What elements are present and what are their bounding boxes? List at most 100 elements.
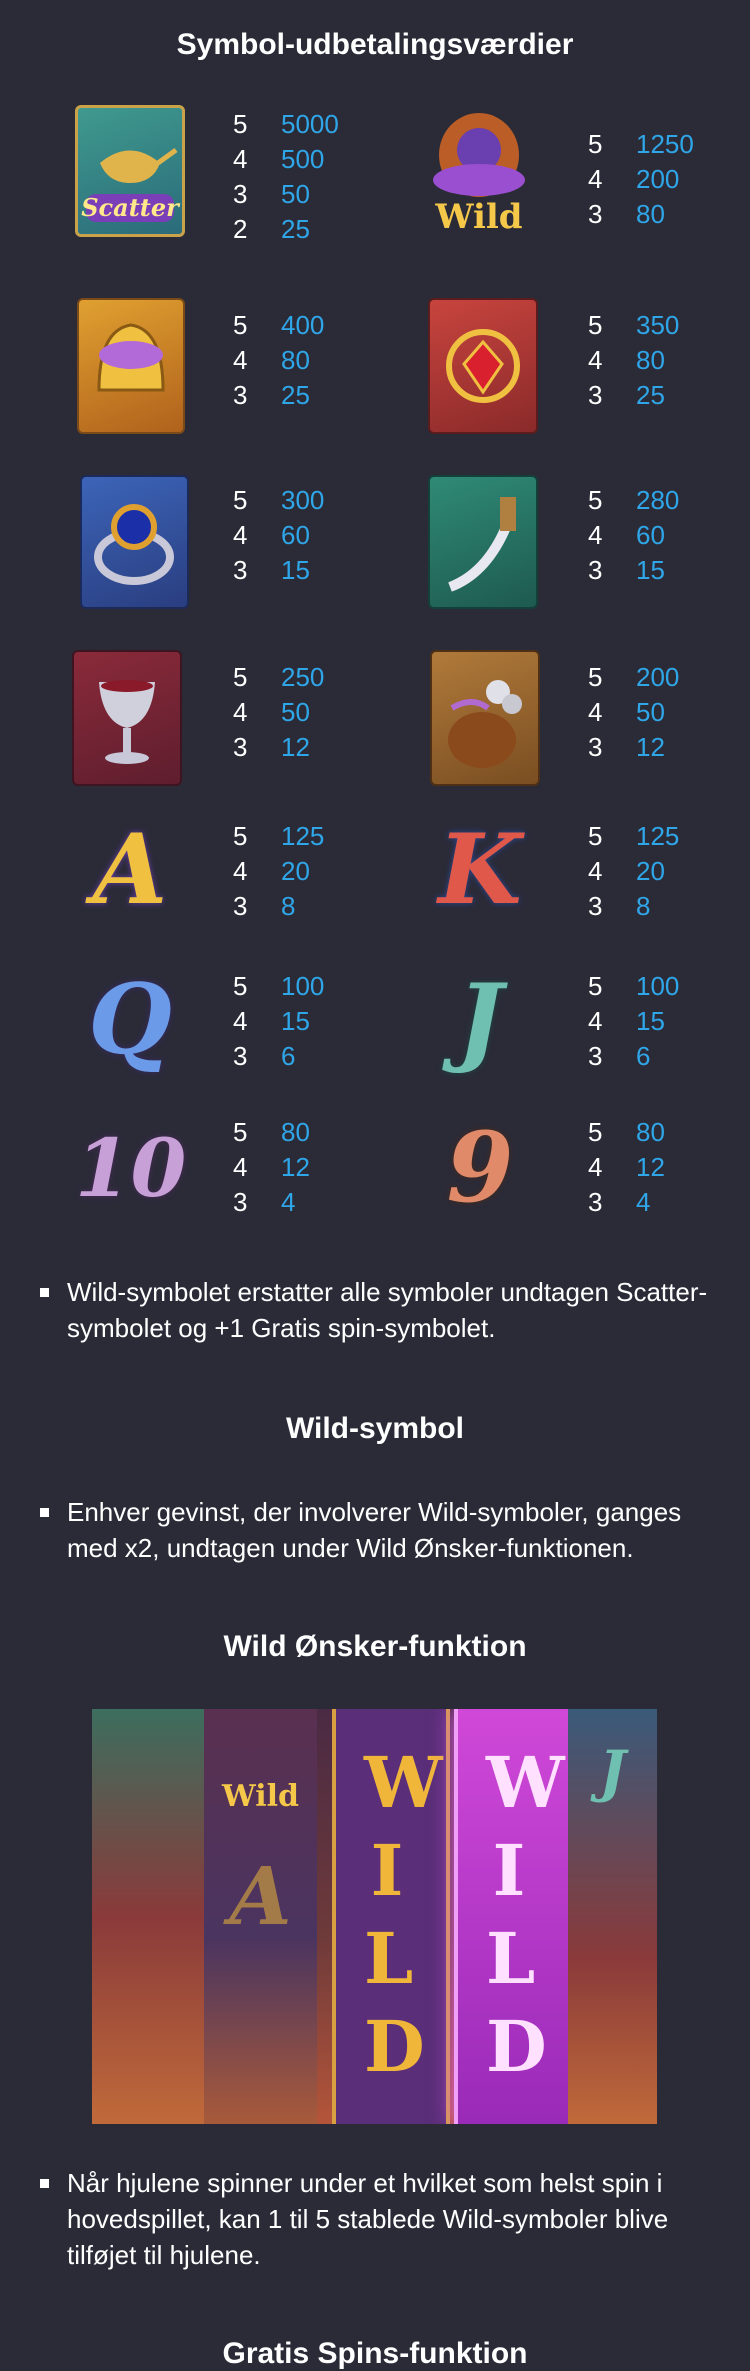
pay-value: 400 (281, 310, 325, 340)
pay-count: 5 (233, 971, 248, 1001)
pay-value: 8 (636, 891, 651, 921)
pay-line: 5 300 (233, 483, 324, 518)
pay-count: 5 (588, 129, 603, 159)
pay-line: 4 500 (233, 142, 339, 177)
symbol-row-ring: 5 300 4 60 3 15 (80, 475, 380, 615)
paytable-title: Symbol-udbetalingsværdier (176, 28, 574, 61)
pay-line: 2 25 (233, 212, 339, 247)
pay-value: 100 (636, 971, 680, 1001)
pay-count: 3 (588, 199, 603, 229)
pay-value: 4 (281, 1187, 296, 1217)
pay-value: 25 (281, 380, 310, 410)
reel-2: Wild A (204, 1709, 317, 2124)
goblet-icon (72, 650, 182, 786)
pay-value: 12 (281, 732, 310, 762)
symbol-row-amulet: 5 350 4 80 3 25 (428, 298, 728, 438)
pay-count: 3 (233, 1187, 248, 1217)
symbol-row-dagger: 5 280 4 60 3 15 (428, 475, 728, 615)
pay-value: 125 (281, 821, 325, 851)
pay-line: 5 100 (233, 969, 324, 1004)
pay-count: 3 (233, 732, 248, 762)
helmet-icon (77, 298, 185, 434)
symbol-row-9: 9 5 80 4 12 34 (425, 1113, 725, 1253)
ring-icon (80, 475, 189, 609)
pay-line: 5 400 (233, 308, 324, 343)
pay-value: 25 (636, 380, 665, 410)
pay-count: 5 (588, 485, 603, 515)
pay-count: 3 (588, 1187, 603, 1217)
wild-reel-gold: WILD (332, 1709, 450, 2124)
pay-value: 50 (281, 179, 310, 209)
pay-value: 100 (281, 971, 325, 1001)
pay-line: 4 15 (588, 1004, 679, 1039)
pay-value: 60 (281, 520, 310, 550)
pay-value: 12 (636, 732, 665, 762)
k-symbol-icon: K (438, 813, 522, 926)
ten-symbol-icon: 10 (75, 1121, 187, 1215)
pay-value: 12 (281, 1152, 310, 1182)
wild-wish-title: Wild Ønsker-funktion (223, 1630, 527, 1663)
wild-paytable: 5 1250 4 200 3 80 (588, 127, 694, 232)
pay-count: 4 (588, 1152, 603, 1182)
pay-value: 80 (281, 1117, 310, 1147)
pay-line: 4 60 (233, 518, 324, 553)
pay-line: 3 15 (588, 553, 679, 588)
reel-2-wild-badge: Wild (222, 1779, 299, 1814)
pay-line: 5 200 (588, 660, 679, 695)
pay-line: 3 12 (588, 730, 679, 765)
note-text: Når hjulene spinner under et hvilket som… (67, 2168, 669, 2270)
symbol-row-k: K 5 125 4 20 38 (425, 815, 725, 955)
pay-count: 3 (233, 380, 248, 410)
pay-count: 4 (233, 520, 248, 550)
pay-line: 5 100 (588, 969, 679, 1004)
pay-count: 5 (233, 310, 248, 340)
pay-line: 4 200 (588, 162, 694, 197)
pay-value: 20 (281, 856, 310, 886)
pay-value: 6 (636, 1041, 651, 1071)
scatter-label: Scatter (81, 193, 179, 222)
symbol-row-j: J 5 100 4 15 36 (425, 965, 725, 1105)
pay-count: 5 (588, 821, 603, 851)
pay-line: 3 50 (233, 177, 339, 212)
pay-count: 4 (233, 345, 248, 375)
pay-count: 5 (233, 662, 248, 692)
q-paytable: 5 100 4 15 36 (233, 969, 324, 1074)
reel-5-letter: J (599, 1739, 626, 1805)
pay-value: 300 (281, 485, 325, 515)
pay-line: 3 15 (233, 553, 324, 588)
pay-value: 15 (636, 1006, 665, 1036)
pay-line: 4 60 (588, 518, 679, 553)
pay-value: 280 (636, 485, 680, 515)
pay-line: 5 280 (588, 483, 679, 518)
pay-line: 5 125 (588, 819, 679, 854)
pay-count: 4 (233, 1152, 248, 1182)
pay-line: 5 125 (233, 819, 324, 854)
pay-value: 50 (636, 697, 665, 727)
bullet-dot (40, 2179, 49, 2188)
pay-line: 36 (233, 1039, 324, 1074)
pay-count: 5 (233, 109, 248, 139)
pay-line: 4 20 (233, 854, 324, 889)
pay-value: 200 (636, 164, 680, 194)
amulet-icon (428, 298, 538, 434)
scatter-symbol-icon: Scatter (75, 105, 185, 237)
reel-5: J (568, 1709, 657, 2124)
pay-value: 80 (636, 199, 665, 229)
goblet-paytable: 5 250 4 50 3 12 (233, 660, 324, 765)
bullet-dot (40, 1288, 49, 1297)
pay-line: 4 80 (588, 343, 679, 378)
pay-count: 5 (233, 821, 248, 851)
pay-line: 3 25 (233, 378, 324, 413)
ten-paytable: 5 80 4 12 3 4 (233, 1115, 310, 1220)
pay-value: 8 (281, 891, 296, 921)
a-paytable: 5 125 4 20 38 (233, 819, 324, 924)
nine-paytable: 5 80 4 12 34 (588, 1115, 665, 1220)
pay-value: 5000 (281, 109, 339, 139)
pay-line: 5 80 (233, 1115, 310, 1150)
pay-count: 5 (588, 662, 603, 692)
pay-line: 5 350 (588, 308, 679, 343)
symbol-row-a: A 5 125 4 20 38 (75, 815, 375, 955)
pay-line: 4 12 (233, 1150, 310, 1185)
coinbag-paytable: 5 200 4 50 3 12 (588, 660, 679, 765)
pay-value: 350 (636, 310, 680, 340)
